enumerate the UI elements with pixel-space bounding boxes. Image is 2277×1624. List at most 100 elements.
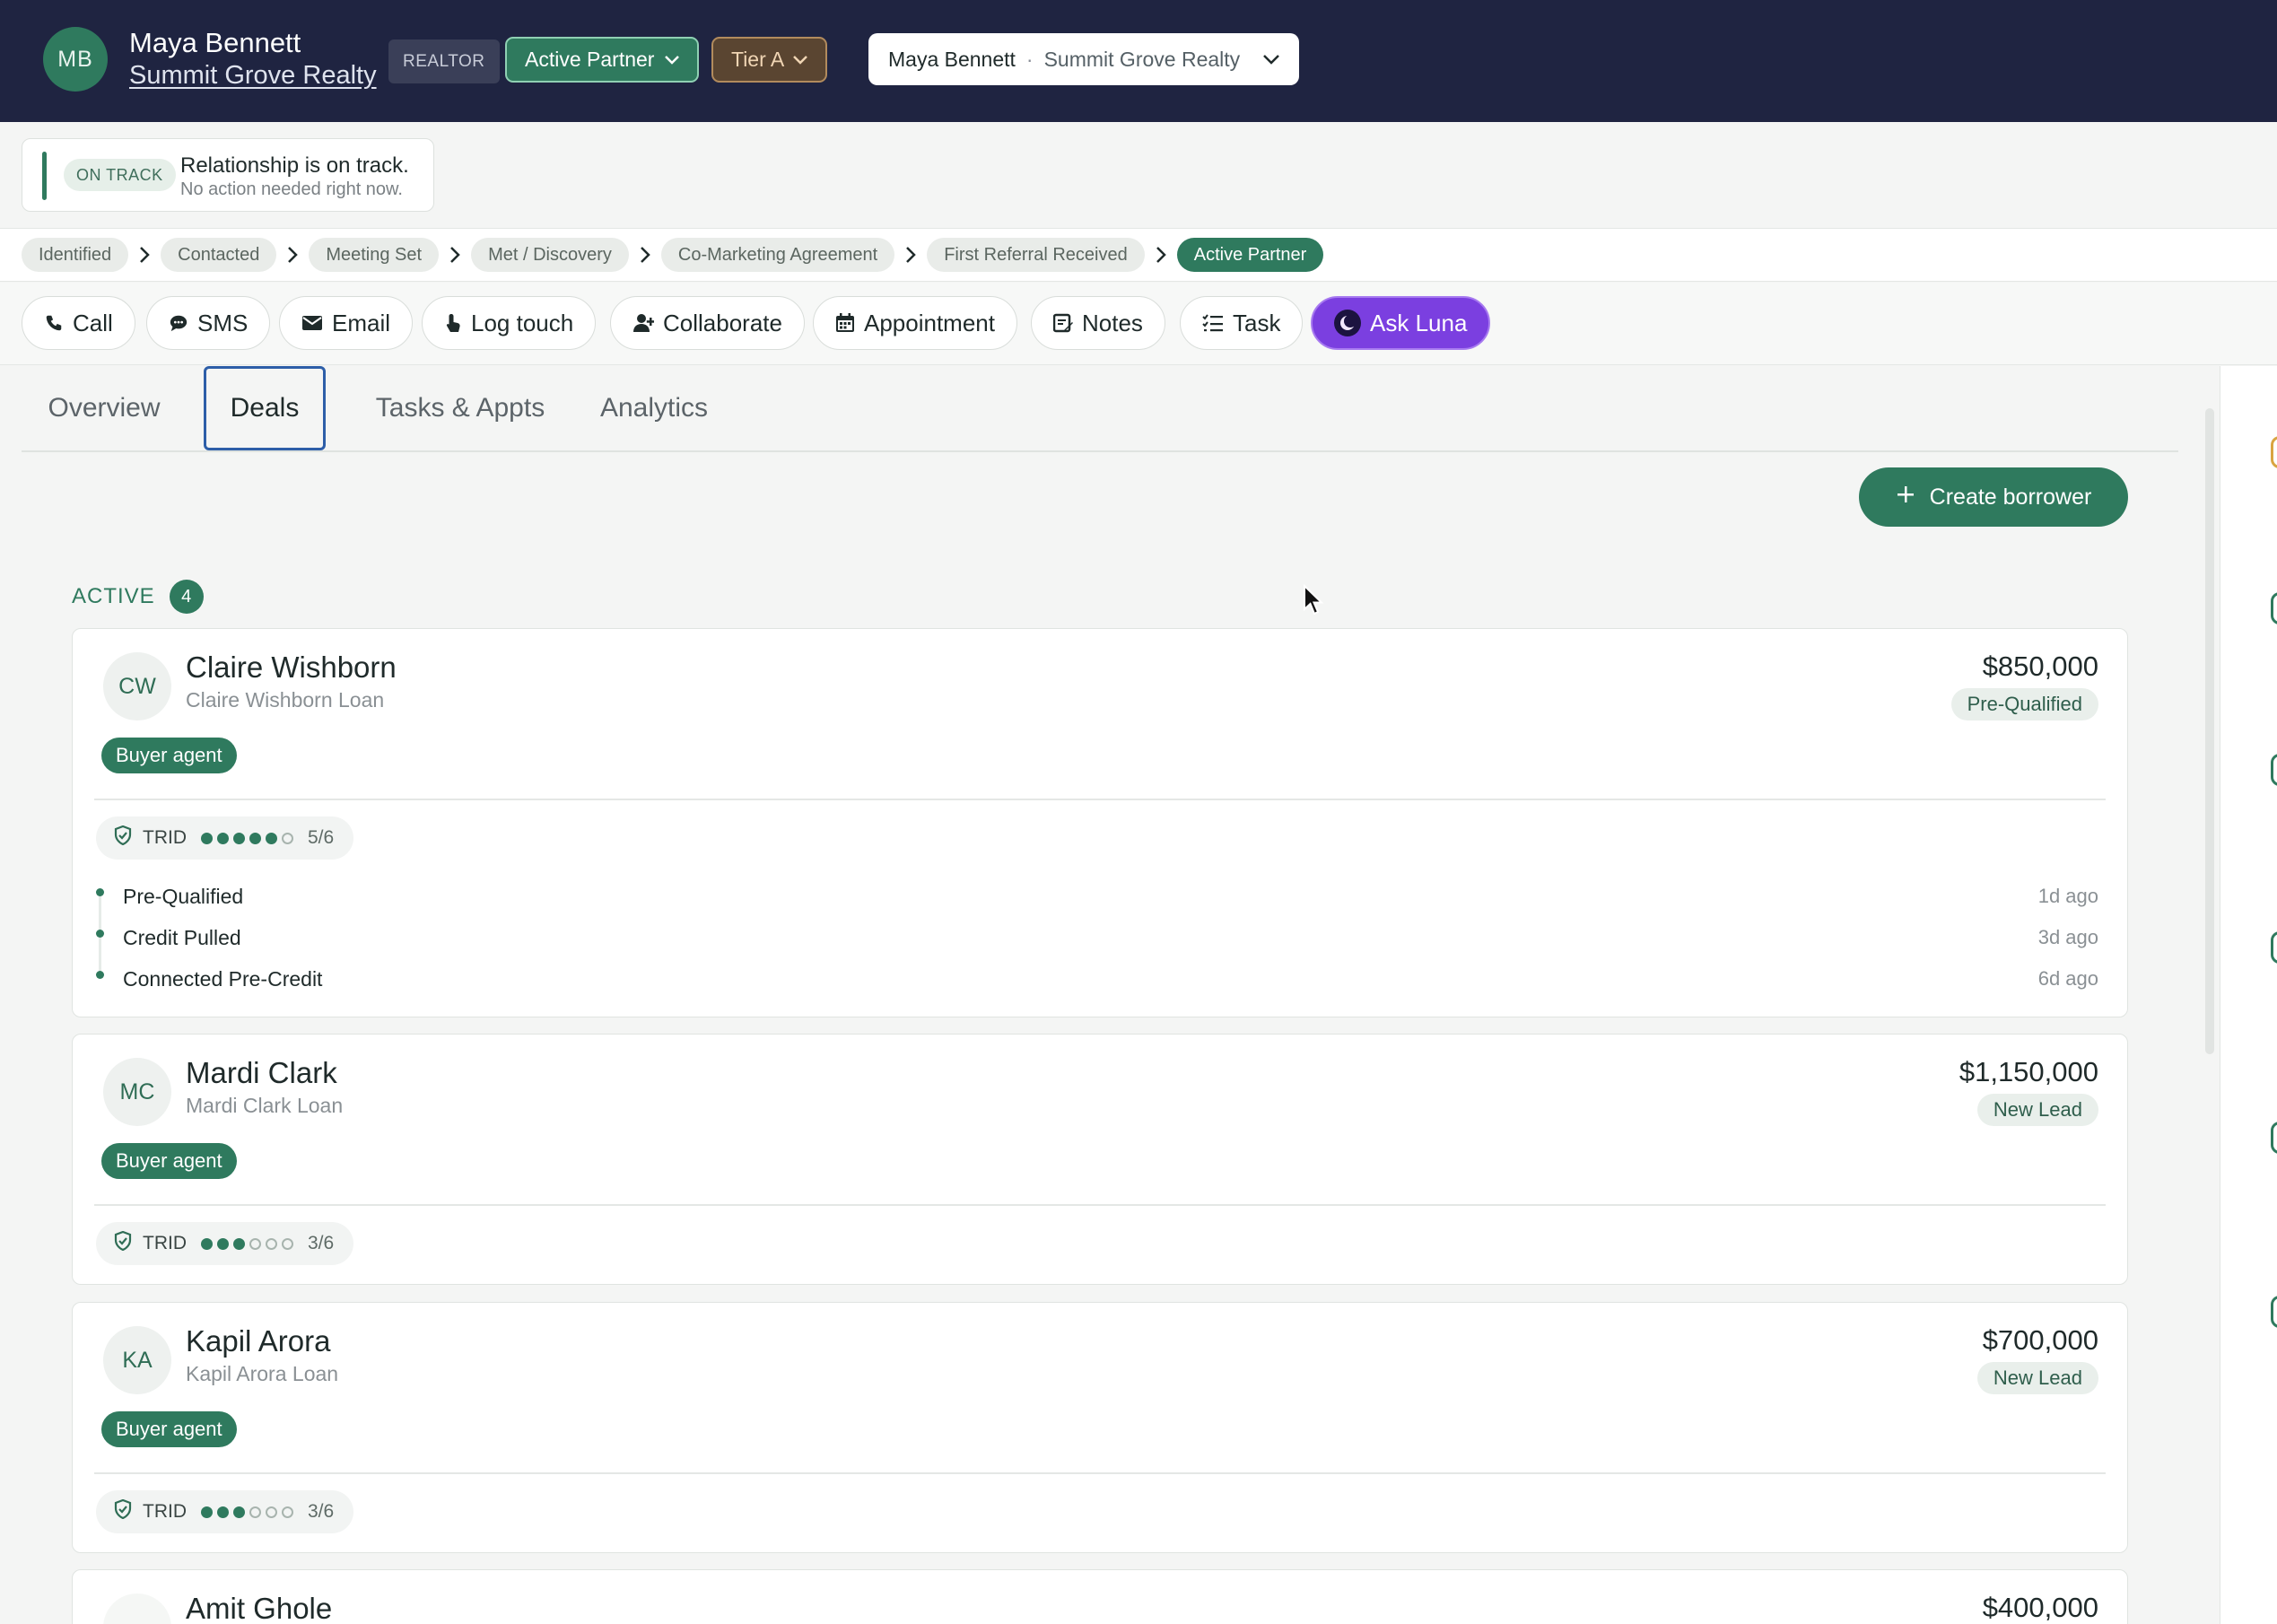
trid-label: TRID bbox=[143, 827, 187, 848]
trid-step-complete bbox=[217, 1237, 229, 1250]
trid-label: TRID bbox=[143, 1501, 187, 1522]
loan-amount: $700,000 bbox=[1982, 1324, 2098, 1356]
chevron-right-icon bbox=[439, 246, 471, 264]
deal-card[interactable]: KA Kapil Arora Kapil Arora Loan $700,000… bbox=[72, 1302, 2128, 1553]
timeline-event: Credit Pulled bbox=[123, 925, 241, 949]
deal-card[interactable]: CW Claire Wishborn Claire Wishborn Loan … bbox=[72, 628, 2128, 1017]
chevron-right-icon bbox=[276, 246, 309, 264]
quick-action-bar: Call SMS Email Log touch Collaborate App… bbox=[0, 283, 2277, 365]
avatar: KA bbox=[103, 1326, 171, 1394]
mouse-cursor-icon bbox=[1303, 583, 1324, 621]
stage-met-discovery[interactable]: Met / Discovery bbox=[471, 238, 629, 272]
notes-label: Notes bbox=[1082, 309, 1143, 336]
task-label: Task bbox=[1233, 309, 1281, 336]
timeline-marker-icon bbox=[2271, 931, 2277, 964]
log-touch-label: Log touch bbox=[471, 309, 574, 336]
log-touch-button[interactable]: Log touch bbox=[422, 296, 597, 350]
shield-check-icon bbox=[114, 1230, 132, 1256]
sms-button[interactable]: SMS bbox=[146, 296, 271, 350]
loan-amount: $850,000 bbox=[1982, 650, 2098, 682]
stage-first-referral-received[interactable]: First Referral Received bbox=[927, 238, 1145, 272]
contact-switcher[interactable]: Maya Bennett · Summit Grove Realty bbox=[868, 33, 1299, 85]
trid-step-complete bbox=[233, 1506, 245, 1518]
notes-icon bbox=[1053, 313, 1073, 333]
trid-progress: TRID 5/6 bbox=[96, 816, 354, 860]
section-label: ACTIVE bbox=[72, 584, 155, 608]
tier-label: Tier A bbox=[731, 48, 785, 71]
trid-step-pending bbox=[266, 1237, 277, 1250]
deal-stage-badge: Pre-Qualified bbox=[1950, 688, 2098, 720]
chevron-right-icon bbox=[128, 246, 161, 264]
active-section-header: ACTIVE 4 bbox=[72, 580, 204, 614]
borrower-name[interactable]: Kapil Arora bbox=[186, 1324, 330, 1358]
stage-active-partner[interactable]: Active Partner bbox=[1176, 238, 1324, 272]
borrower-name[interactable]: Claire Wishborn bbox=[186, 650, 397, 685]
role-badge: Buyer agent bbox=[101, 1143, 237, 1179]
borrower-name[interactable]: Mardi Clark bbox=[186, 1056, 337, 1090]
tab-overview[interactable]: Overview bbox=[41, 366, 167, 450]
timeline-marker-icon bbox=[2271, 1122, 2277, 1154]
tab-analytics[interactable]: Analytics bbox=[578, 366, 730, 450]
deal-card[interactable]: Amit Ghole $400,000 bbox=[72, 1569, 2128, 1624]
tab-deals[interactable]: Deals bbox=[204, 366, 326, 450]
stage-co-marketing-agreement[interactable]: Co-Marketing Agreement bbox=[660, 238, 895, 272]
trid-step-complete bbox=[201, 1506, 213, 1518]
partner-status-label: Active Partner bbox=[525, 48, 655, 71]
tier-dropdown[interactable]: Tier A bbox=[711, 37, 828, 83]
loan-amount: $400,000 bbox=[1982, 1592, 2098, 1623]
checklist-icon bbox=[1202, 313, 1224, 333]
divider bbox=[94, 1472, 2106, 1474]
right-side-panel bbox=[2220, 366, 2277, 1624]
switcher-company: Summit Grove Realty bbox=[1043, 47, 1241, 71]
trid-step-complete bbox=[266, 832, 277, 844]
timeline-item: Connected Pre-Credit 6d ago bbox=[94, 958, 2098, 1000]
avatar bbox=[103, 1593, 171, 1624]
partner-status-dropdown[interactable]: Active Partner bbox=[505, 37, 700, 83]
deal-stage-badge: New Lead bbox=[1976, 1094, 2098, 1126]
scrollbar[interactable] bbox=[2205, 408, 2214, 1054]
timeline-time: 6d ago bbox=[2037, 967, 2098, 990]
deal-activity-timeline: Pre-Qualified 1d ago Credit Pulled 3d ag… bbox=[94, 876, 2098, 1000]
chevron-right-icon bbox=[629, 246, 661, 264]
task-button[interactable]: Task bbox=[1180, 296, 1304, 350]
chevron-right-icon bbox=[894, 246, 927, 264]
call-label: Call bbox=[73, 309, 113, 336]
deal-card[interactable]: MC Mardi Clark Mardi Clark Loan $1,150,0… bbox=[72, 1034, 2128, 1285]
create-borrower-button[interactable]: Create borrower bbox=[1859, 467, 2128, 527]
trid-count: 5/6 bbox=[308, 827, 335, 848]
stage-meeting-set[interactable]: Meeting Set bbox=[309, 238, 440, 272]
email-label: Email bbox=[332, 309, 391, 336]
trid-step-pending bbox=[249, 1506, 261, 1518]
company-link[interactable]: Summit Grove Realty bbox=[129, 61, 377, 91]
role-badge: REALTOR bbox=[388, 39, 500, 83]
stage-contacted[interactable]: Contacted bbox=[161, 238, 277, 272]
role-badge: Buyer agent bbox=[101, 738, 237, 773]
ask-luna-button[interactable]: Ask Luna bbox=[1311, 296, 1491, 350]
trid-step-dots bbox=[201, 1237, 293, 1250]
divider bbox=[94, 799, 2106, 800]
appointment-button[interactable]: Appointment bbox=[813, 296, 1017, 350]
tab-tasks-appts[interactable]: Tasks & Appts bbox=[353, 366, 567, 450]
trid-label: TRID bbox=[143, 1233, 187, 1253]
borrower-name[interactable]: Amit Ghole bbox=[186, 1592, 332, 1624]
trid-step-complete bbox=[233, 832, 245, 844]
loan-amount: $1,150,000 bbox=[1959, 1056, 2098, 1087]
notes-button[interactable]: Notes bbox=[1031, 296, 1165, 350]
timeline-marker-icon bbox=[2271, 754, 2277, 786]
trid-step-complete bbox=[217, 832, 229, 844]
timeline-item: Credit Pulled 3d ago bbox=[94, 917, 2098, 958]
trid-step-complete bbox=[217, 1506, 229, 1518]
timeline-marker-icon bbox=[2271, 592, 2277, 624]
email-button[interactable]: Email bbox=[279, 296, 414, 350]
trid-step-pending bbox=[282, 832, 293, 844]
pipeline-stage-rail: Identified Contacted Meeting Set Met / D… bbox=[0, 228, 2277, 282]
user-plus-icon bbox=[632, 313, 654, 333]
call-button[interactable]: Call bbox=[22, 296, 135, 350]
collaborate-button[interactable]: Collaborate bbox=[610, 296, 805, 350]
avatar: MB bbox=[43, 27, 108, 92]
timeline-dot bbox=[96, 888, 104, 896]
stage-identified[interactable]: Identified bbox=[22, 238, 129, 272]
chevron-down-icon bbox=[1263, 54, 1279, 65]
ask-luna-label: Ask Luna bbox=[1370, 309, 1468, 336]
deal-stage-badge: New Lead bbox=[1976, 1362, 2098, 1394]
